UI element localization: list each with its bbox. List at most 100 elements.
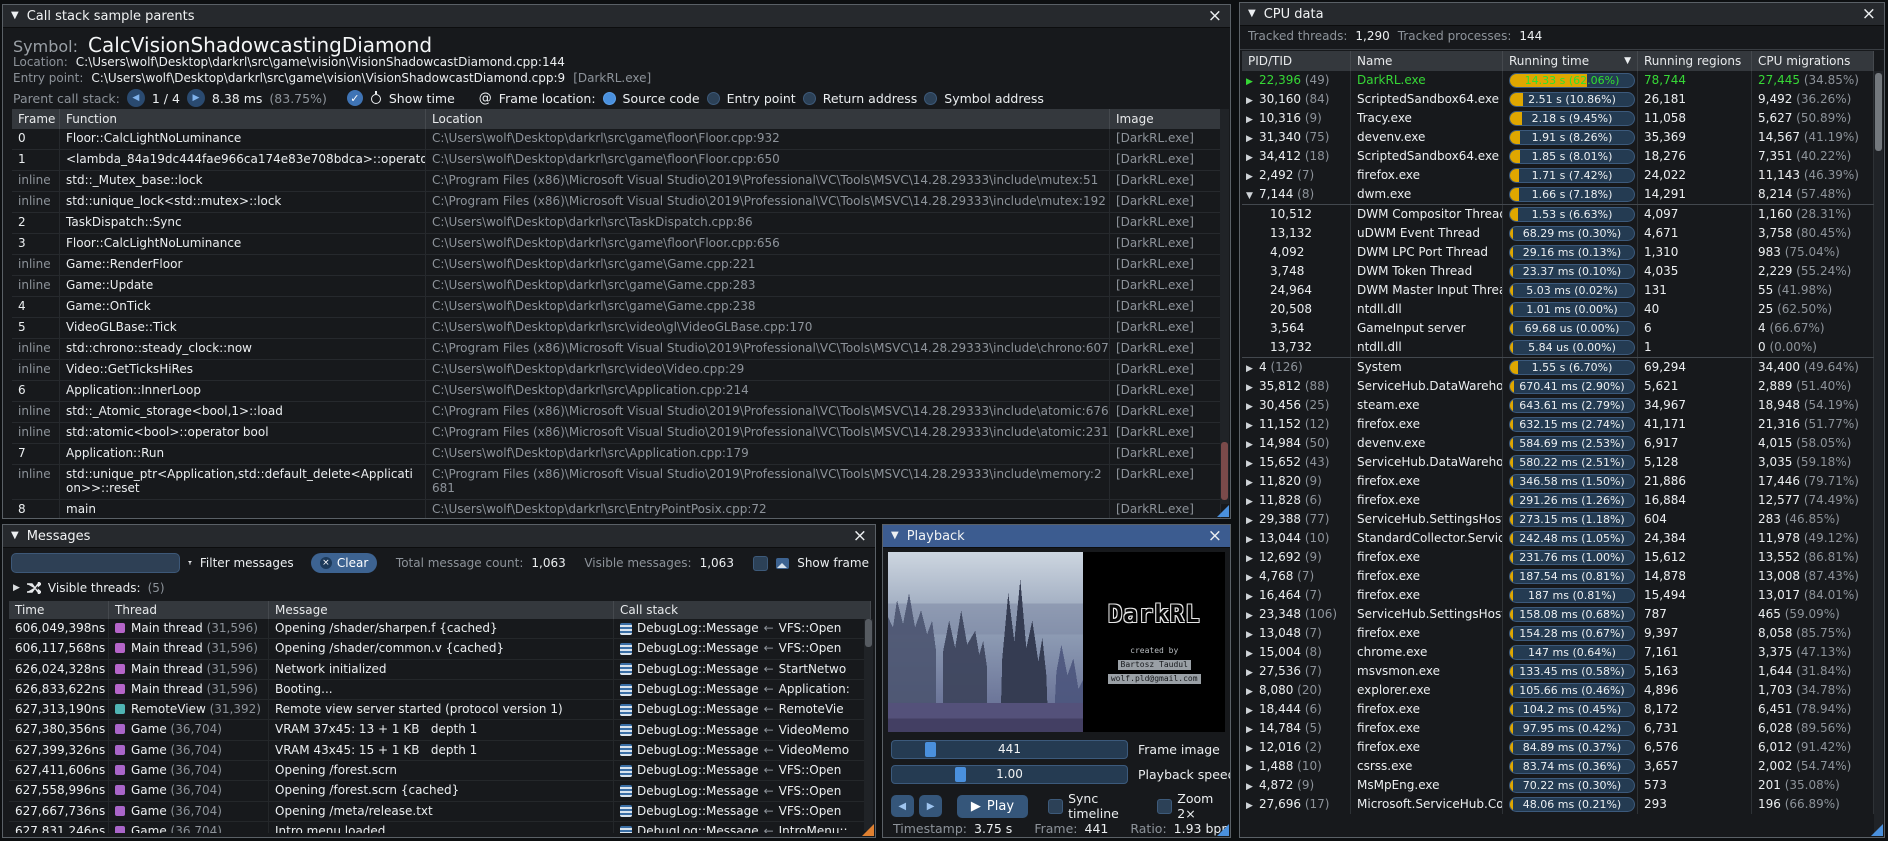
callstack-cell[interactable]: DebugLog::Message←Application: [614,680,871,699]
cpu-row[interactable]: ▶22,396 (49)DarkRL.exe14.33 s (62.06%)78… [1242,71,1874,90]
tree-collapsed-icon[interactable]: ▶ [1246,474,1259,491]
tree-collapsed-icon[interactable]: ▶ [1246,111,1259,128]
close-icon[interactable]: × [1208,8,1222,24]
callstack-row[interactable]: 6Application::InnerLoopC:\Users\wolf\Des… [12,381,1221,402]
cpu-row[interactable]: ▶4 (126)System1.55 s (6.70%)69,29434,400… [1242,357,1874,377]
callstack-cell[interactable]: DebugLog::Message←RemoteVie [614,700,871,719]
callstack-cell[interactable]: DebugLog::Message←StartNetwo [614,660,871,679]
resize-grip[interactable] [1217,824,1229,836]
cpu-row[interactable]: ▶13,048 (7)firefox.exe154.28 ms (0.67%)9… [1242,624,1874,643]
tree-collapsed-icon[interactable]: ▶ [1246,92,1259,109]
next-callstack-button[interactable]: ▶ [187,89,205,107]
tree-collapsed-icon[interactable]: ▶ [1246,455,1259,472]
callstack-cell[interactable]: DebugLog::Message←VFS::Open [614,639,871,658]
tree-collapsed-icon[interactable]: ▶ [1246,550,1259,567]
tree-collapsed-icon[interactable]: ▶ [1246,588,1259,605]
filter-input[interactable] [11,553,180,573]
collapse-icon[interactable]: ▼ [1248,9,1256,19]
callstack-cell[interactable]: DebugLog::Message←VFS::Open [614,781,871,800]
cpu-row[interactable]: 10,512 DWM Compositor Thread1.53 s (6.63… [1242,204,1874,224]
show-frame-checkbox[interactable] [753,556,768,571]
tree-collapsed-icon[interactable]: ▶ [1246,702,1259,719]
callstack-row[interactable]: 4Game::OnTickC:\Users\wolf\Desktop\darkr… [12,297,1221,318]
resize-grip[interactable] [1871,824,1883,836]
radio-return-address[interactable] [803,92,816,105]
cpu-row[interactable]: ▶10,316 (9)Tracy.exe2.18 s (9.45%)11,058… [1242,109,1874,128]
tree-collapsed-icon[interactable]: ▶ [1246,645,1259,662]
cpu-row[interactable]: ▶1,488 (10)csrss.exe83.74 ms (0.36%)3,65… [1242,757,1874,776]
cpu-row[interactable]: ▶15,004 (8)chrome.exe147 ms (0.64%)7,161… [1242,643,1874,662]
clear-button[interactable]: × Clear [311,553,377,573]
next-frame-button[interactable]: ▶ [919,795,942,817]
tree-collapsed-icon[interactable]: ▶ [1246,168,1259,185]
message-row[interactable]: 606,117,568nsMain thread (31,596)Opening… [9,639,871,659]
expand-icon[interactable]: ▶ [13,583,20,593]
message-row[interactable]: 627,380,356nsGame (36,704)VRAM 37x45: 13… [9,720,871,740]
tree-collapsed-icon[interactable]: ▶ [1246,569,1259,586]
callstack-cell[interactable]: DebugLog::Message←IntroMenu:: [614,822,871,833]
cpu-row[interactable]: ▶16,464 (7)firefox.exe187 ms (0.81%)15,4… [1242,586,1874,605]
cpu-row[interactable]: ▶14,984 (50)devenv.exe584.69 ms (2.53%)6… [1242,434,1874,453]
column-header[interactable]: Running regions [1638,51,1752,71]
tree-collapsed-icon[interactable]: ▶ [1246,683,1259,700]
resize-grip[interactable] [862,824,874,836]
show-time-checkbox[interactable]: ✓ [347,90,363,106]
callstack-row[interactable]: inlinestd::_Mutex_base::lockC:\Program F… [12,171,1221,192]
tree-collapsed-icon[interactable]: ▶ [1246,607,1259,624]
message-row[interactable]: 627,411,606nsGame (36,704)Opening /fores… [9,761,871,781]
prev-frame-button[interactable]: ◀ [891,795,914,817]
cpu-row[interactable]: ▶12,692 (9)firefox.exe231.76 ms (1.00%)1… [1242,548,1874,567]
callstack-row[interactable]: inlinestd::unique_lock<std::mutex>::lock… [12,192,1221,213]
cpu-row[interactable]: ▶35,812 (88)ServiceHub.DataWarehou670.41… [1242,377,1874,396]
cpu-row[interactable]: ▶23,348 (106)ServiceHub.SettingsHost158.… [1242,605,1874,624]
tree-collapsed-icon[interactable]: ▶ [1246,759,1259,776]
frame-image-slider[interactable]: 441 [891,740,1128,759]
column-header[interactable]: Name [1351,51,1503,71]
cpu-row[interactable]: ▶14,784 (5)firefox.exe97.95 ms (0.42%)6,… [1242,719,1874,738]
tree-collapsed-icon[interactable]: ▶ [1246,721,1259,738]
message-row[interactable]: 627,399,326nsGame (36,704)VRAM 43x45: 15… [9,741,871,761]
callstack-row[interactable]: inlinestd::_Atomic_storage<bool,1>::load… [12,402,1221,423]
callstack-row[interactable]: inlineGame::UpdateC:\Users\wolf\Desktop\… [12,276,1221,297]
callstack-row[interactable]: inlinestd::unique_ptr<Application,std::d… [12,465,1221,500]
callstack-cell[interactable]: DebugLog::Message←VFS::Open [614,802,871,821]
message-row[interactable]: 627,831,246nsGame (36,704)Intro menu loa… [9,822,871,833]
cpu-row[interactable]: ▶15,652 (43)ServiceHub.DataWarehou580.22… [1242,453,1874,472]
callstack-row[interactable]: inlineGame::RenderFloorC:\Users\wolf\Des… [12,255,1221,276]
cpu-row[interactable]: ▶27,696 (17)Microsoft.ServiceHub.Co48.06… [1242,795,1874,814]
cpu-row[interactable]: 13,732 ntdll.dll5.84 us (0.00%)10 (0.00%… [1242,338,1874,357]
message-row[interactable]: 606,049,398nsMain thread (31,596)Opening… [9,619,871,639]
messages-scrollbar-handle[interactable] [865,619,872,647]
callstack-cell[interactable]: DebugLog::Message←VideoMemo [614,720,871,739]
tree-collapsed-icon[interactable]: ▶ [1246,398,1259,415]
callstack-row[interactable]: 2TaskDispatch::SyncC:\Users\wolf\Desktop… [12,213,1221,234]
tree-collapsed-icon[interactable]: ▶ [1246,664,1259,681]
cpu-row[interactable]: 4,092 DWM LPC Port Thread29.16 ms (0.13%… [1242,243,1874,262]
collapse-icon[interactable]: ▼ [891,531,899,541]
callstack-scrollbar-handle[interactable] [1221,442,1228,500]
cpu-scrollbar-handle[interactable] [1875,73,1882,151]
callstack-row[interactable]: inlinestd::atomic<bool>::operator boolC:… [12,423,1221,444]
column-header[interactable]: PID/TID [1242,51,1351,71]
cpu-row[interactable]: ▶31,340 (75)devenv.exe1.91 s (8.26%)35,3… [1242,128,1874,147]
cpu-row[interactable]: 24,964 DWM Master Input Threa5.03 ms (0.… [1242,281,1874,300]
tree-collapsed-icon[interactable]: ▶ [1246,130,1259,147]
collapse-icon[interactable]: ▼ [11,11,19,21]
cpu-row[interactable]: ▼7,144 (8)dwm.exe1.66 s (7.18%)14,2918,2… [1242,185,1874,204]
cpu-row[interactable]: ▶29,388 (77)ServiceHub.SettingsHost273.1… [1242,510,1874,529]
play-button[interactable]: ▶ Play [957,795,1028,818]
radio-entry-point[interactable] [707,92,720,105]
column-header[interactable]: CPU migrations [1752,51,1874,71]
tree-collapsed-icon[interactable]: ▶ [1246,417,1259,434]
radio-source-code[interactable] [603,92,616,105]
close-icon[interactable]: × [1862,6,1876,22]
callstack-row[interactable]: 0Floor::CalcLightNoLuminanceC:\Users\wol… [12,129,1221,150]
message-row[interactable]: 626,024,328nsMain thread (31,596)Network… [9,660,871,680]
cpu-row[interactable]: ▶11,820 (9)firefox.exe346.58 ms (1.50%)2… [1242,472,1874,491]
close-icon[interactable]: × [853,528,867,544]
message-row[interactable]: 627,667,736nsGame (36,704)Opening /meta/… [9,802,871,822]
collapse-icon[interactable]: ▼ [11,531,19,541]
cpu-row[interactable]: ▶2,492 (7)firefox.exe1.71 s (7.42%)24,02… [1242,166,1874,185]
callstack-cell[interactable]: DebugLog::Message←VideoMemo [614,741,871,760]
cpu-row[interactable]: ▶11,152 (12)firefox.exe632.15 ms (2.74%)… [1242,415,1874,434]
